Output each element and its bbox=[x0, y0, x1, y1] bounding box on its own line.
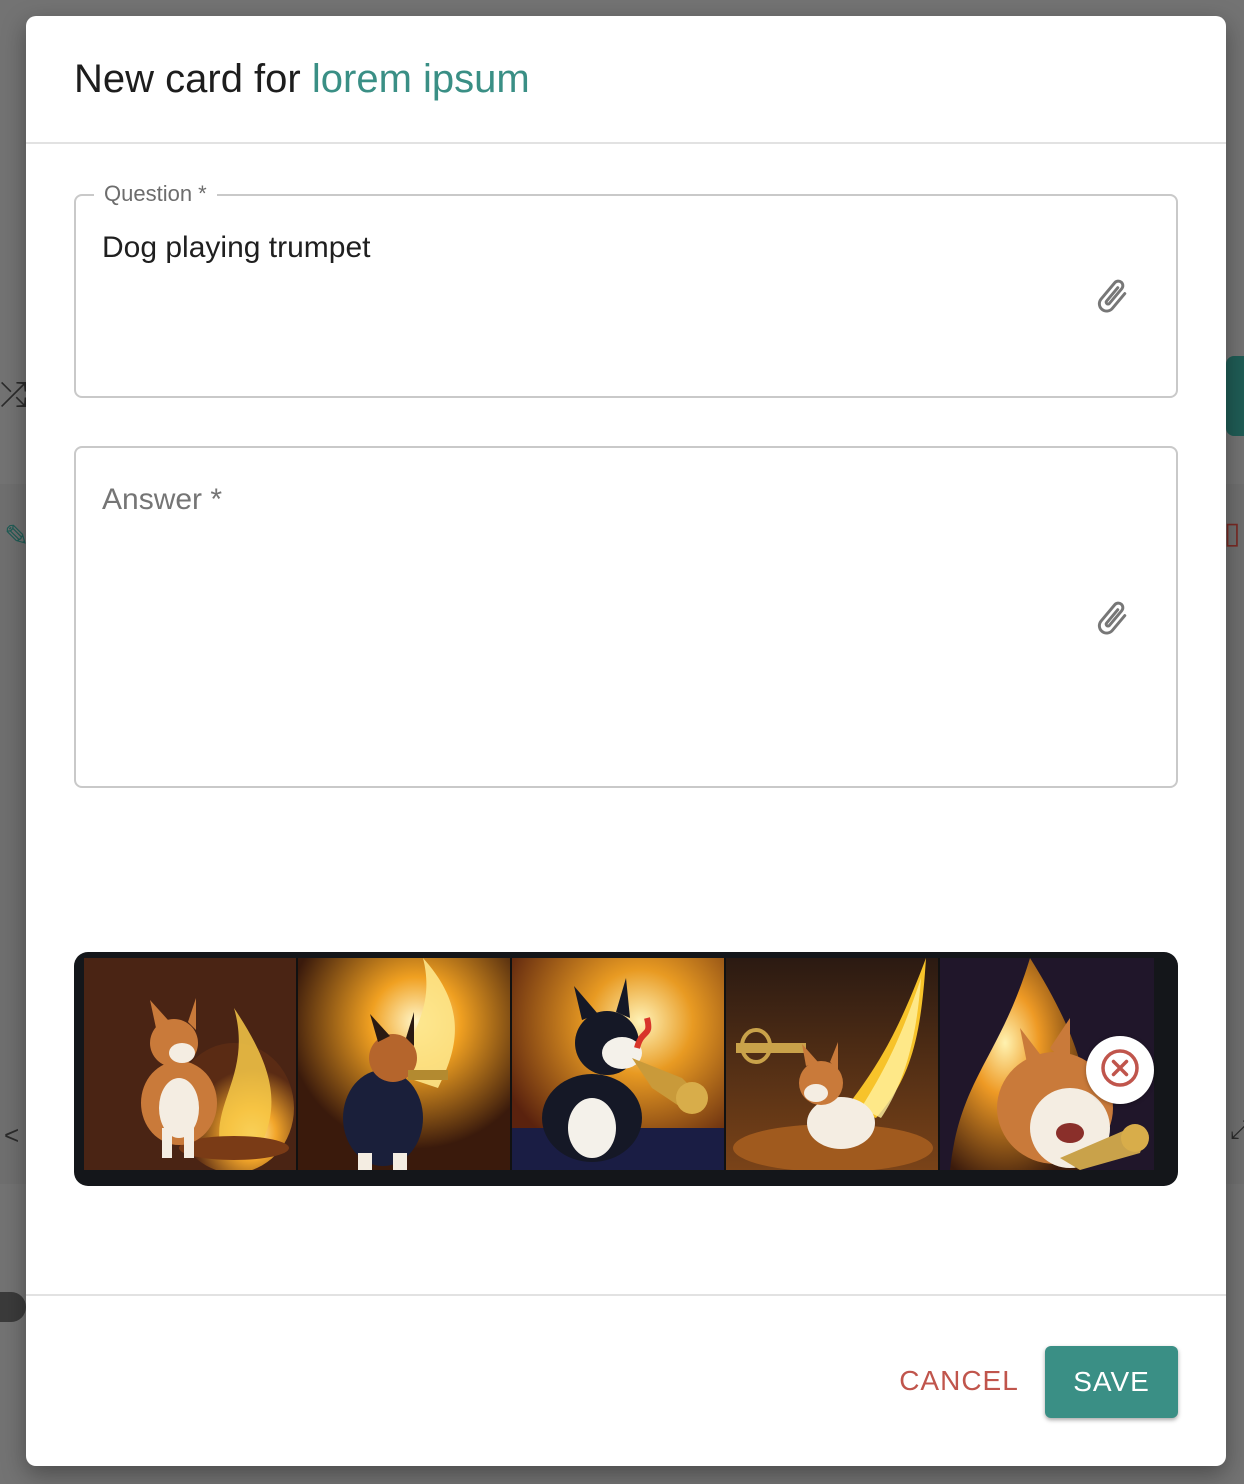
add-fab-button bbox=[1226, 356, 1244, 436]
toggle-switch bbox=[0, 1292, 26, 1322]
image-corgi-by-fire[interactable] bbox=[84, 958, 298, 1170]
question-input[interactable]: Dog playing trumpet bbox=[102, 228, 370, 268]
question-label: Question * bbox=[94, 180, 217, 208]
image-dog-with-torch[interactable] bbox=[298, 958, 512, 1170]
answer-field[interactable]: Answer * bbox=[74, 446, 1178, 788]
question-field[interactable]: Question * Dog playing trumpet bbox=[74, 180, 1178, 398]
image-corgi-with-trumpet-flame[interactable] bbox=[726, 958, 940, 1170]
remove-image-button[interactable] bbox=[1086, 1036, 1154, 1104]
save-button[interactable]: SAVE bbox=[1045, 1346, 1178, 1418]
dialog-footer: CANCEL SAVE bbox=[26, 1294, 1226, 1466]
dialog-title-prefix: New card for bbox=[74, 57, 301, 101]
image-strip bbox=[74, 952, 1178, 1186]
paperclip-icon[interactable] bbox=[1090, 274, 1134, 318]
share-icon: < bbox=[4, 1120, 20, 1150]
expand-icon: ⤢ bbox=[1230, 1114, 1244, 1144]
cancel-button[interactable]: CANCEL bbox=[884, 1346, 1034, 1416]
answer-placeholder: Answer * bbox=[102, 483, 223, 516]
new-card-dialog: New card for lorem ipsum Question * Dog … bbox=[26, 16, 1226, 1466]
paperclip-icon[interactable] bbox=[1090, 596, 1134, 640]
trash-icon: ▯ bbox=[1224, 517, 1241, 550]
image-husky-playing-trumpet[interactable] bbox=[512, 958, 726, 1170]
deck-name: lorem ipsum bbox=[311, 57, 530, 101]
dialog-header: New card for lorem ipsum bbox=[26, 16, 1226, 144]
dialog-title: New card for lorem ipsum bbox=[74, 54, 1226, 104]
close-circle-icon bbox=[1098, 1046, 1142, 1095]
